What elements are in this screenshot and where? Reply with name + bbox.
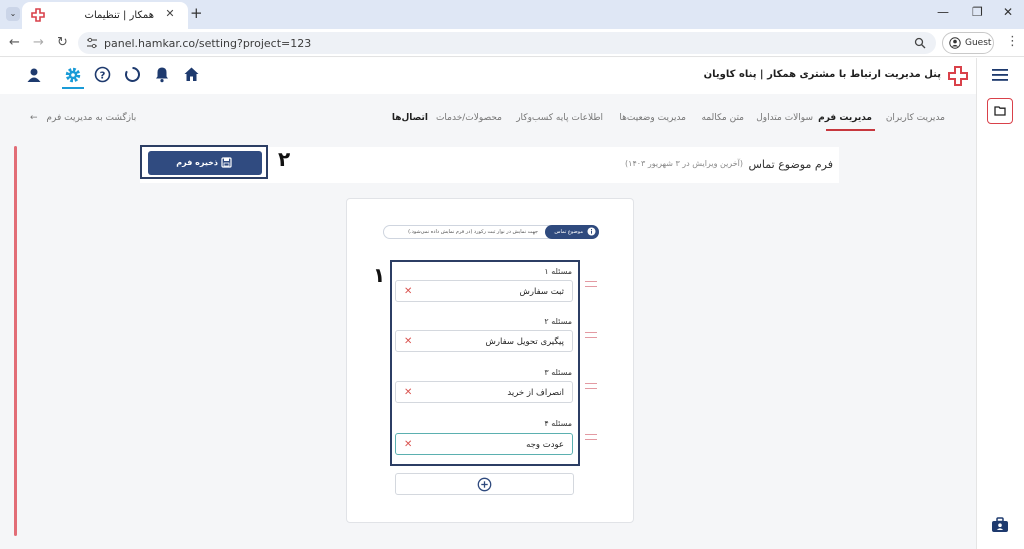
loading-circle-icon[interactable] [124, 66, 141, 83]
question-label: مسئله ۳ [544, 368, 572, 377]
info-icon [587, 227, 596, 236]
add-question-button[interactable] [395, 473, 574, 495]
right-sidebar [976, 58, 1024, 549]
last-edited-note: (آخرین ویرایش در ۳ شهریور ۱۴۰۳) [625, 159, 743, 168]
question-input[interactable]: انصراف از خرید ✕ [395, 381, 573, 403]
maximize-icon[interactable]: ❐ [972, 5, 983, 19]
zoom-icon[interactable] [914, 37, 926, 49]
user-icon[interactable] [26, 67, 42, 83]
app-header: پنل مدیریت ارتباط با مشتری همکار | پناه … [0, 58, 976, 94]
topic-chip-label: موضوع تماس [554, 229, 583, 235]
add-circle-icon [477, 477, 492, 492]
tab-products-services[interactable]: محصولات/خدمات [436, 113, 502, 123]
notifications-bell-icon[interactable] [154, 66, 170, 83]
tab-business-info[interactable]: اطلاعات پایه کسب‌وکار [516, 113, 603, 123]
minimize-icon[interactable]: — [937, 5, 949, 19]
tab-connections[interactable]: اتصال‌ها [392, 113, 428, 123]
questions-highlight-box: مسئله ۱ ثبت سفارش ✕ مسئله ۲ پیگیری تحویل… [390, 260, 580, 466]
active-tab-underline [826, 129, 875, 131]
forward-icon[interactable]: → [33, 35, 44, 50]
svg-text:?: ? [100, 71, 106, 82]
question-input[interactable]: ثبت سفارش ✕ [395, 280, 573, 302]
app-title: پنل مدیریت ارتباط با مشتری همکار | پناه … [703, 69, 941, 80]
folder-button[interactable] [987, 98, 1013, 124]
close-window-icon[interactable]: ✕ [1003, 5, 1013, 19]
drag-handle-icon[interactable] [585, 383, 597, 389]
url-bar[interactable]: panel.hamkar.co/setting?project=123 [78, 32, 936, 54]
folder-icon [994, 106, 1006, 116]
profile-button[interactable]: Guest [942, 32, 994, 54]
profile-label: Guest [965, 38, 992, 48]
question-value: ثبت سفارش [519, 287, 564, 297]
drag-handle-icon[interactable] [585, 434, 597, 440]
topic-hint-pill: موضوع تماس جهت نمایش در نوار ثبت رکورد (… [383, 225, 599, 239]
settings-active-underline [62, 87, 84, 89]
question-value: انصراف از خرید [507, 388, 564, 398]
question-value: پیگیری تحویل سفارش [485, 337, 564, 347]
delete-question-icon[interactable]: ✕ [404, 387, 412, 398]
site-info-icon[interactable] [86, 37, 98, 49]
topic-hint-text: جهت نمایش در نوار ثبت رکورد (در فرم نمای… [408, 229, 538, 235]
profile-icon [949, 37, 961, 49]
question-input[interactable]: پیگیری تحویل سفارش ✕ [395, 330, 573, 352]
annotation-number-2: ۲ [278, 147, 291, 171]
back-to-form-management[interactable]: بازگشت به مدیریت فرم ← [30, 113, 136, 123]
save-disk-icon [221, 157, 232, 168]
save-form-button[interactable]: ذخیره فرم [148, 151, 262, 175]
hamburger-menu-icon[interactable] [991, 68, 1009, 82]
form-editor-card: موضوع تماس جهت نمایش در نوار ثبت رکورد (… [346, 198, 634, 523]
browser-menu-icon[interactable]: ⋮ [1006, 34, 1019, 49]
delete-question-icon[interactable]: ✕ [404, 336, 412, 347]
question-label: مسئله ۲ [544, 317, 572, 326]
topic-chip: موضوع تماس [545, 225, 599, 239]
settings-tabs: مدیریت کاربران مدیریت فرم سوالات متداول … [0, 94, 976, 134]
delete-question-icon[interactable]: ✕ [404, 286, 412, 297]
new-tab-icon[interactable]: + [190, 4, 203, 22]
tab-conversation-text[interactable]: متن مکالمه [701, 113, 744, 123]
back-icon[interactable]: ← [9, 35, 20, 50]
hamkar-logo-icon [31, 8, 45, 22]
home-icon[interactable] [183, 66, 200, 83]
settings-gear-icon[interactable] [64, 66, 82, 84]
delete-question-icon[interactable]: ✕ [404, 439, 412, 450]
browser-tab[interactable]: همکار | تنظیمات ✕ [22, 2, 188, 29]
back-link-label: بازگشت به مدیریت فرم [46, 113, 137, 123]
main-content: مدیریت کاربران مدیریت فرم سوالات متداول … [0, 94, 976, 549]
help-icon[interactable]: ? [94, 66, 111, 83]
question-value: عودت وجه [526, 440, 564, 450]
save-highlight-box: ذخیره فرم [140, 145, 268, 179]
tab-form-management[interactable]: مدیریت فرم [818, 113, 872, 123]
question-label: مسئله ۴ [544, 419, 572, 428]
question-input[interactable]: عودت وجه ✕ [395, 433, 573, 455]
tab-search-icon[interactable]: ⌄ [6, 7, 20, 21]
back-arrow-icon: ← [30, 113, 38, 123]
tab-close-icon[interactable]: ✕ [162, 7, 178, 20]
form-title: فرم موضوع تماس [748, 158, 834, 171]
url-text: panel.hamkar.co/setting?project=123 [104, 37, 312, 50]
tab-status-management[interactable]: مدیریت وضعیت‌ها [619, 113, 686, 123]
hamkar-logo-icon [948, 66, 968, 86]
browser-tab-bar: ⌄ همکار | تنظیمات ✕ + — ❐ ✕ [0, 0, 1024, 29]
reload-icon[interactable]: ↻ [57, 35, 68, 50]
tab-user-management[interactable]: مدیریت کاربران [886, 113, 945, 123]
question-label: مسئله ۱ [544, 267, 572, 276]
form-header: فرم موضوع تماس (آخرین ویرایش در ۳ شهریور… [140, 145, 839, 183]
drag-handle-icon[interactable] [585, 281, 597, 287]
briefcase-user-icon[interactable] [991, 517, 1009, 533]
tab-title: همکار | تنظیمات [84, 10, 154, 21]
scroll-indicator[interactable] [14, 146, 17, 536]
tab-faq[interactable]: سوالات متداول [756, 113, 813, 123]
annotation-number-1: ۱ [373, 263, 386, 287]
save-form-label: ذخیره فرم [176, 158, 218, 167]
address-bar-row: ← → ↻ panel.hamkar.co/setting?project=12… [0, 29, 1024, 57]
drag-handle-icon[interactable] [585, 332, 597, 338]
